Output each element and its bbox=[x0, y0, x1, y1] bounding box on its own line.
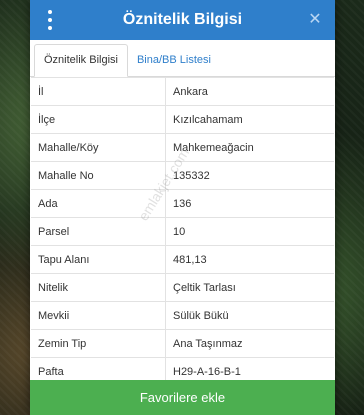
attribute-value: Çeltik Tarlası bbox=[165, 273, 334, 302]
attribute-table: İl Ankara İlçe Kızılcahamam Mahalle/Köy … bbox=[31, 77, 334, 386]
tab-building-list[interactable]: Bina/BB Listesi bbox=[128, 45, 220, 76]
menu-dot bbox=[48, 10, 52, 14]
attribute-dialog: Öznitelik Bilgisi ✕ Öznitelik Bilgisi Bi… bbox=[30, 0, 335, 415]
tab-bar: Öznitelik Bilgisi Bina/BB Listesi bbox=[30, 40, 335, 77]
attribute-value: Ankara bbox=[165, 77, 334, 106]
table-row: Zemin Tip Ana Taşınmaz bbox=[31, 329, 334, 358]
add-to-favorites-button[interactable]: Favorilere ekle bbox=[30, 380, 335, 415]
attribute-key: Mahalle No bbox=[31, 161, 166, 190]
attribute-value: 136 bbox=[165, 189, 334, 218]
attribute-value: 481,13 bbox=[165, 245, 334, 274]
table-row: Nitelik Çeltik Tarlası bbox=[31, 273, 334, 302]
attribute-key: İlçe bbox=[31, 105, 166, 134]
attribute-value: 135332 bbox=[165, 161, 334, 190]
table-row: Tapu Alanı 481,13 bbox=[31, 245, 334, 274]
attribute-key: Mahalle/Köy bbox=[31, 133, 166, 162]
table-row: Mahalle/Köy Mahkemeağacin bbox=[31, 133, 334, 162]
table-row: Mevkii Sülük Bükü bbox=[31, 301, 334, 330]
attribute-value: Kızılcahamam bbox=[165, 105, 334, 134]
menu-dot bbox=[48, 18, 52, 22]
attribute-key: Tapu Alanı bbox=[31, 245, 166, 274]
attribute-value: Ana Taşınmaz bbox=[165, 329, 334, 358]
close-icon[interactable]: ✕ bbox=[305, 8, 325, 32]
attribute-key: Zemin Tip bbox=[31, 329, 166, 358]
attribute-value: Sülük Bükü bbox=[165, 301, 334, 330]
dialog-header: Öznitelik Bilgisi ✕ bbox=[30, 0, 335, 40]
attribute-value: Mahkemeağacin bbox=[165, 133, 334, 162]
table-row: Parsel 10 bbox=[31, 217, 334, 246]
menu-dot bbox=[48, 26, 52, 30]
attribute-value: 10 bbox=[165, 217, 334, 246]
attribute-key: Parsel bbox=[31, 217, 166, 246]
table-row: Mahalle No 135332 bbox=[31, 161, 334, 190]
table-row: İlçe Kızılcahamam bbox=[31, 105, 334, 134]
table-row: İl Ankara bbox=[31, 77, 334, 106]
attribute-key: İl bbox=[31, 77, 166, 106]
dialog-title: Öznitelik Bilgisi bbox=[122, 11, 243, 28]
attribute-key: Mevkii bbox=[31, 301, 166, 330]
kebab-menu-icon[interactable] bbox=[42, 10, 58, 30]
tab-attribute-info[interactable]: Öznitelik Bilgisi bbox=[34, 44, 128, 77]
attribute-key: Ada bbox=[31, 189, 166, 218]
attribute-key: Nitelik bbox=[31, 273, 166, 302]
table-row: Ada 136 bbox=[31, 189, 334, 218]
